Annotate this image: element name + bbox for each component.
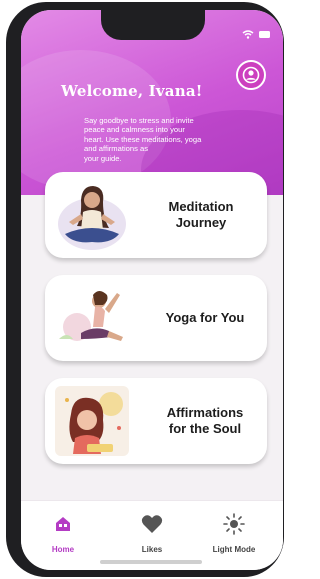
meditation-woman-illustration <box>51 178 133 252</box>
yoga-pose-illustration <box>51 281 133 355</box>
tab-home-label: Home <box>51 545 75 554</box>
card-meditation-journey[interactable]: Meditation Journey <box>45 172 267 258</box>
card-title-line1: Yoga for You <box>165 310 245 325</box>
home-icon <box>23 513 103 535</box>
card-title-line1: Meditation <box>168 199 234 214</box>
card-affirmations-for-the-soul[interactable]: Affirmations for the Soul <box>45 378 267 464</box>
user-circle-icon <box>242 66 260 84</box>
heart-icon <box>112 513 192 535</box>
profile-button[interactable] <box>236 60 266 90</box>
affirmation-woman-illustration <box>51 384 133 458</box>
tab-likes-label: Likes <box>141 545 163 554</box>
card-title-line1: Affirmations <box>166 405 244 420</box>
card-title-line2: Journey <box>175 215 227 230</box>
tab-light-mode-label: Light Mode <box>212 545 256 554</box>
card-title-line2: for the Soul <box>168 421 242 436</box>
sun-icon <box>194 513 274 535</box>
card-yoga-for-you[interactable]: Yoga for You <box>45 275 267 361</box>
welcome-subtitle: Say goodbye to stress and invite peace a… <box>84 116 202 163</box>
tab-light-mode[interactable]: Light Mode <box>194 513 274 554</box>
welcome-title: Welcome, Ivana! <box>61 82 203 100</box>
tab-home[interactable]: Home <box>23 513 103 554</box>
home-indicator[interactable] <box>100 560 202 564</box>
wifi-icon <box>242 30 254 39</box>
phone-frame: Welcome, Ivana! Say goodbye to stress an… <box>6 2 284 577</box>
tab-likes[interactable]: Likes <box>112 513 192 554</box>
app-screen: Welcome, Ivana! Say goodbye to stress an… <box>21 10 283 570</box>
battery-icon <box>259 31 271 38</box>
status-bar <box>242 30 271 39</box>
phone-notch <box>101 10 205 40</box>
